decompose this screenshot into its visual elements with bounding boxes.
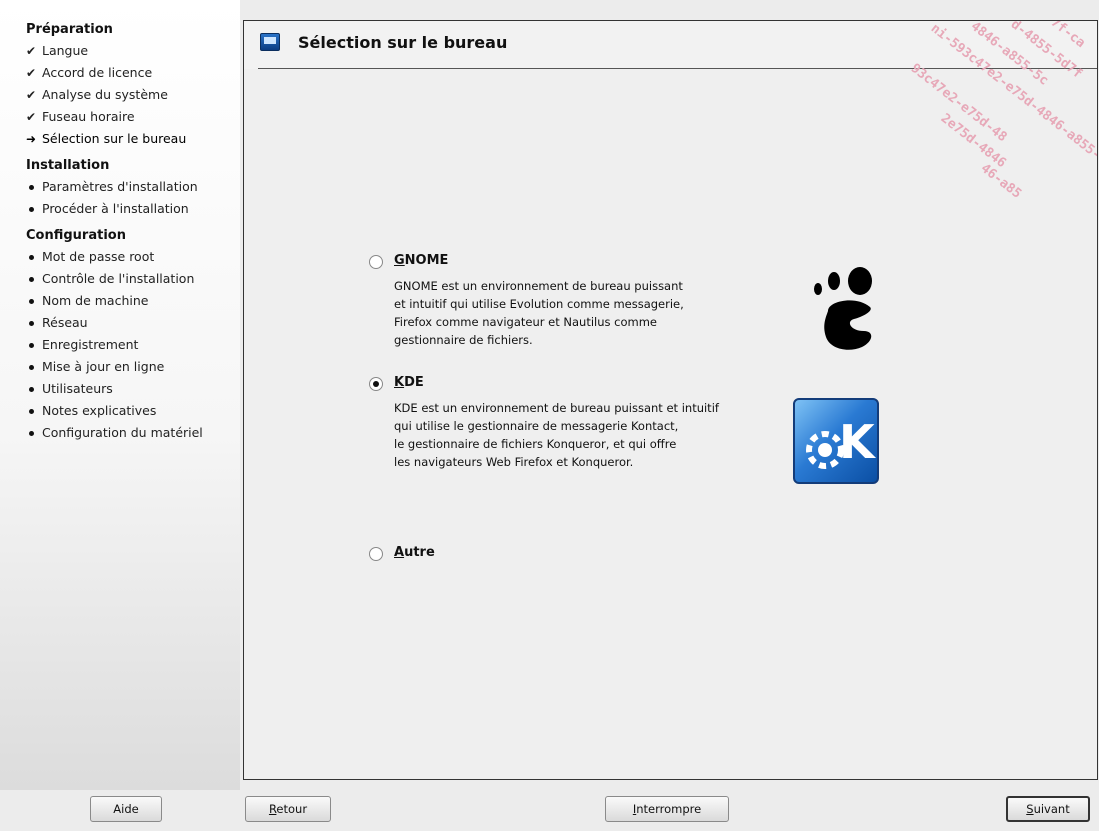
kde-label[interactable]: KDE xyxy=(394,375,424,390)
sidebar-section: Configuration Mot de passe root Contrôle d… xyxy=(26,226,240,444)
main-panel: Sélection sur le bureau 7f-ca d-4855-5d7f… xyxy=(243,20,1098,780)
help-button[interactable]: Aide xyxy=(90,796,162,822)
abort-button[interactable]: Interrompre xyxy=(605,796,729,822)
back-button[interactable]: Retour xyxy=(245,796,331,822)
sidebar-step: Nom de machine xyxy=(26,290,240,312)
watermark-text: 2e75d-4846 xyxy=(937,111,1009,172)
sidebar-section: Installation Paramètres d'installation Pro… xyxy=(26,156,240,220)
sidebar-step-label: Configuration du matériel xyxy=(42,425,203,440)
bullet-icon xyxy=(26,334,40,356)
sidebar-step: Contrôle de l'installation xyxy=(26,268,240,290)
gnome-label[interactable]: GNOME xyxy=(394,253,448,268)
bullet-icon xyxy=(26,422,40,444)
sidebar-step-label: Nom de machine xyxy=(42,293,149,308)
sidebar-step: Procéder à l'installation xyxy=(26,198,240,220)
check-icon: ✔ xyxy=(26,66,37,80)
gnome-description: GNOME est un environnement de bureau pui… xyxy=(394,279,684,347)
other-label[interactable]: Autre xyxy=(394,545,435,560)
check-icon: ✔ xyxy=(26,44,37,58)
sidebar-step-label: Enregistrement xyxy=(42,337,139,352)
sidebar-step-label: Sélection sur le bureau xyxy=(42,131,187,146)
sidebar-step-label: Accord de licence xyxy=(42,65,153,80)
sidebar-step-label: Mise à jour en ligne xyxy=(42,359,165,374)
gnome-radio[interactable] xyxy=(369,255,383,269)
bullet-icon xyxy=(26,378,40,400)
sidebar-step: ✔ Fuseau horaire xyxy=(26,106,240,128)
header-divider xyxy=(258,68,1097,69)
check-icon: ✔ xyxy=(26,88,37,102)
gnome-foot-icon xyxy=(814,267,872,350)
sidebar-step: Utilisateurs xyxy=(26,378,240,400)
kde-logo-letter: K xyxy=(839,415,877,469)
watermark-text: 46-a85 xyxy=(977,161,1025,202)
desktop-icon xyxy=(260,33,280,51)
sidebar-step-label: Langue xyxy=(42,43,89,58)
sidebar-step-label: Paramètres d'installation xyxy=(42,179,198,194)
sidebar-step-label: Analyse du système xyxy=(42,87,168,102)
sidebar-step: ✔ Analyse du système xyxy=(26,84,240,106)
sidebar-step: Réseau xyxy=(26,312,240,334)
bullet-icon xyxy=(26,400,40,422)
sidebar-step: Paramètres d'installation xyxy=(26,176,240,198)
bullet-icon xyxy=(26,312,40,334)
kde-description: KDE est un environnement de bureau puiss… xyxy=(394,401,719,469)
sidebar-step: ✔ Accord de licence xyxy=(26,62,240,84)
sidebar-step: Enregistrement xyxy=(26,334,240,356)
sidebar-step-label: Contrôle de l'installation xyxy=(42,271,195,286)
sidebar-step-label: Procéder à l'installation xyxy=(42,201,189,216)
sidebar-section-title: Configuration xyxy=(26,228,126,243)
watermark-text: 93c47e2-e75d-48 xyxy=(907,61,1010,146)
sidebar-section: Préparation ✔ Langue ✔ Accord de licence ✔ Ana… xyxy=(26,20,240,150)
check-icon: ✔ xyxy=(26,110,37,124)
sidebar-steps: Préparation ✔ Langue ✔ Accord de licence ✔ Ana… xyxy=(0,0,240,790)
bullet-icon xyxy=(26,176,40,198)
bullet-icon xyxy=(26,246,40,268)
sidebar-step-label: Mot de passe root xyxy=(42,249,155,264)
bullet-icon xyxy=(26,268,40,290)
kde-gear-icon: K xyxy=(793,398,879,484)
sidebar-step: ✔ Langue xyxy=(26,40,240,62)
bullet-icon xyxy=(26,198,40,220)
bullet-icon xyxy=(26,290,40,312)
sidebar-step: Mise à jour en ligne xyxy=(26,356,240,378)
panel-header: Sélection sur le bureau xyxy=(244,21,1097,69)
other-radio[interactable] xyxy=(369,547,383,561)
sidebar-section-title: Installation xyxy=(26,158,110,173)
kde-gear-graphic: K xyxy=(806,415,877,469)
sidebar-section-title: Préparation xyxy=(26,22,113,37)
next-button[interactable]: Suivant xyxy=(1006,796,1090,822)
sidebar-step-label: Utilisateurs xyxy=(42,381,113,396)
arrow-right-icon: ➜ xyxy=(26,132,37,146)
sidebar-step-label: Fuseau horaire xyxy=(42,109,135,124)
sidebar-step: Mot de passe root xyxy=(26,246,240,268)
bullet-icon xyxy=(26,356,40,378)
sidebar-step: Notes explicatives xyxy=(26,400,240,422)
kde-radio[interactable] xyxy=(369,377,383,391)
sidebar-step: Configuration du matériel xyxy=(26,422,240,444)
sidebar-step-label: Notes explicatives xyxy=(42,403,157,418)
sidebar-step-label: Réseau xyxy=(42,315,88,330)
sidebar-step: ➜ Sélection sur le bureau xyxy=(26,128,240,150)
page-title: Sélection sur le bureau xyxy=(298,33,508,52)
